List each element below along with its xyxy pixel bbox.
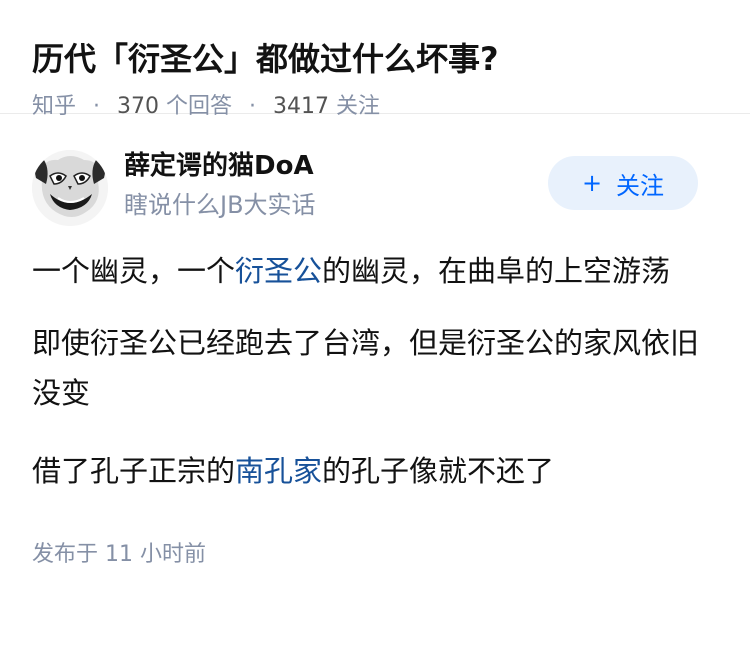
- answer-text: 借了孔子正宗的: [32, 454, 236, 488]
- follow-label: 关注: [616, 171, 665, 200]
- answer-text: 的幽灵，在曲阜的上空游荡: [322, 254, 671, 288]
- answer-paragraph: 借了孔子正宗的南孔家的孔子像就不还了: [32, 446, 718, 496]
- link-nankongjia[interactable]: 南孔家: [235, 454, 322, 488]
- answer-text: 一个幽灵，一个: [32, 254, 236, 288]
- author-bar: 薛定谔的猫DoA 瞎说什么JB大实话 + 关注: [0, 114, 750, 226]
- question-header: 历代「衍圣公」都做过什么坏事? 知乎 · 370 个回答 · 3417 关注: [0, 0, 750, 119]
- answer-paragraph: 一个幽灵，一个衍圣公的幽灵，在曲阜的上空游荡: [32, 246, 718, 296]
- answer-paragraph: 即使衍圣公已经跑去了台湾，但是衍圣公的家风依旧没变: [32, 326, 700, 410]
- author-bio: 瞎说什么JB大实话: [124, 191, 316, 219]
- avatar[interactable]: [32, 150, 108, 226]
- answer-content: 一个幽灵，一个衍圣公的幽灵，在曲阜的上空游荡 即使衍圣公已经跑去了台湾，但是衍圣…: [0, 246, 750, 568]
- publish-time: 发布于 11 小时前: [32, 542, 206, 567]
- follow-button[interactable]: + 关注: [548, 156, 698, 210]
- question-title[interactable]: 历代「衍圣公」都做过什么坏事?: [32, 36, 718, 82]
- author-name[interactable]: 薛定谔的猫DoA: [124, 148, 314, 184]
- plus-icon: +: [581, 169, 603, 197]
- cat-avatar-icon: [32, 150, 108, 226]
- answer-text: 的孔子像就不还了: [322, 454, 555, 488]
- link-yanshenggong[interactable]: 衍圣公: [235, 254, 322, 288]
